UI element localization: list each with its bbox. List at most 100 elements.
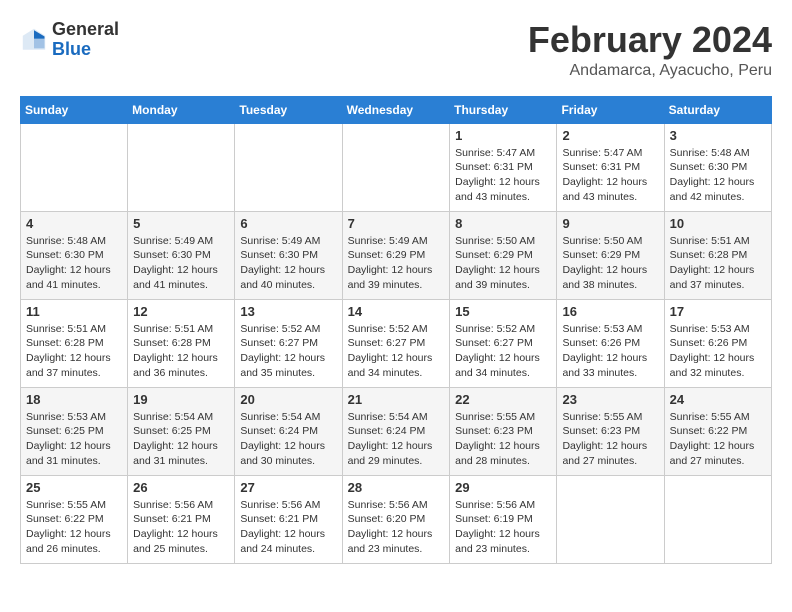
calendar-cell: 1 Sunrise: 5:47 AM Sunset: 6:31 PM Daylig… bbox=[450, 123, 557, 211]
calendar-cell: 18Sunrise: 5:53 AM Sunset: 6:25 PM Dayli… bbox=[21, 387, 128, 475]
calendar-cell bbox=[557, 475, 664, 563]
calendar-cell bbox=[664, 475, 771, 563]
day-of-week-header: Monday bbox=[128, 96, 235, 123]
day-number: 26 bbox=[133, 480, 229, 495]
calendar-cell bbox=[342, 123, 450, 211]
calendar-week-row: 1 Sunrise: 5:47 AM Sunset: 6:31 PM Daylig… bbox=[21, 123, 772, 211]
calendar-cell: 19 Sunrise: 5:54 AM Sunset: 6:25 PM Dayli… bbox=[128, 387, 235, 475]
day-of-week-header: Thursday bbox=[450, 96, 557, 123]
day-number: 5 bbox=[133, 216, 229, 231]
calendar-cell: 17Sunrise: 5:53 AM Sunset: 6:26 PM Dayli… bbox=[664, 299, 771, 387]
day-number: 16 bbox=[562, 304, 658, 319]
day-number: 8 bbox=[455, 216, 551, 231]
day-number: 12 bbox=[133, 304, 229, 319]
day-info: Sunrise: 5:54 AM Sunset: 6:24 PM Dayligh… bbox=[240, 410, 336, 469]
calendar-cell: 9 Sunrise: 5:50 AM Sunset: 6:29 PM Daylig… bbox=[557, 211, 664, 299]
calendar-cell: 3Sunrise: 5:48 AM Sunset: 6:30 PM Daylig… bbox=[664, 123, 771, 211]
logo: General Blue bbox=[20, 20, 119, 60]
day-of-week-header: Friday bbox=[557, 96, 664, 123]
calendar-cell bbox=[21, 123, 128, 211]
day-info: Sunrise: 5:51 AM Sunset: 6:28 PM Dayligh… bbox=[26, 322, 122, 381]
day-info: Sunrise: 5:49 AM Sunset: 6:30 PM Dayligh… bbox=[133, 234, 229, 293]
day-info: Sunrise: 5:55 AM Sunset: 6:22 PM Dayligh… bbox=[26, 498, 122, 557]
day-info: Sunrise: 5:49 AM Sunset: 6:30 PM Dayligh… bbox=[240, 234, 336, 293]
day-number: 23 bbox=[562, 392, 658, 407]
day-info: Sunrise: 5:55 AM Sunset: 6:22 PM Dayligh… bbox=[670, 410, 766, 469]
calendar-cell: 20 Sunrise: 5:54 AM Sunset: 6:24 PM Dayli… bbox=[235, 387, 342, 475]
calendar-cell: 5 Sunrise: 5:49 AM Sunset: 6:30 PM Daylig… bbox=[128, 211, 235, 299]
calendar-cell: 29Sunrise: 5:56 AM Sunset: 6:19 PM Dayli… bbox=[450, 475, 557, 563]
day-info: Sunrise: 5:52 AM Sunset: 6:27 PM Dayligh… bbox=[348, 322, 445, 381]
calendar-cell: 23 Sunrise: 5:55 AM Sunset: 6:23 PM Dayli… bbox=[557, 387, 664, 475]
calendar-cell: 26 Sunrise: 5:56 AM Sunset: 6:21 PM Dayli… bbox=[128, 475, 235, 563]
day-of-week-header: Sunday bbox=[21, 96, 128, 123]
calendar-cell: 21 Sunrise: 5:54 AM Sunset: 6:24 PM Dayli… bbox=[342, 387, 450, 475]
day-info: Sunrise: 5:50 AM Sunset: 6:29 PM Dayligh… bbox=[562, 234, 658, 293]
day-info: Sunrise: 5:56 AM Sunset: 6:21 PM Dayligh… bbox=[240, 498, 336, 557]
day-number: 10 bbox=[670, 216, 766, 231]
calendar-cell: 6 Sunrise: 5:49 AM Sunset: 6:30 PM Daylig… bbox=[235, 211, 342, 299]
day-info: Sunrise: 5:51 AM Sunset: 6:28 PM Dayligh… bbox=[133, 322, 229, 381]
calendar-cell: 10 Sunrise: 5:51 AM Sunset: 6:28 PM Dayli… bbox=[664, 211, 771, 299]
day-number: 22 bbox=[455, 392, 551, 407]
day-info: Sunrise: 5:56 AM Sunset: 6:20 PM Dayligh… bbox=[348, 498, 445, 557]
calendar-cell bbox=[235, 123, 342, 211]
calendar-table: SundayMondayTuesdayWednesdayThursdayFrid… bbox=[20, 96, 772, 564]
day-of-week-header: Tuesday bbox=[235, 96, 342, 123]
calendar-cell: 28Sunrise: 5:56 AM Sunset: 6:20 PM Dayli… bbox=[342, 475, 450, 563]
day-number: 4 bbox=[26, 216, 122, 231]
calendar-cell: 4Sunrise: 5:48 AM Sunset: 6:30 PM Daylig… bbox=[21, 211, 128, 299]
day-info: Sunrise: 5:47 AM Sunset: 6:31 PM Dayligh… bbox=[455, 146, 551, 205]
day-number: 6 bbox=[240, 216, 336, 231]
day-number: 19 bbox=[133, 392, 229, 407]
calendar-cell: 12 Sunrise: 5:51 AM Sunset: 6:28 PM Dayli… bbox=[128, 299, 235, 387]
calendar-cell: 14 Sunrise: 5:52 AM Sunset: 6:27 PM Dayli… bbox=[342, 299, 450, 387]
logo-icon bbox=[20, 26, 48, 54]
day-number: 27 bbox=[240, 480, 336, 495]
day-of-week-header: Saturday bbox=[664, 96, 771, 123]
day-info: Sunrise: 5:53 AM Sunset: 6:26 PM Dayligh… bbox=[562, 322, 658, 381]
day-number: 9 bbox=[562, 216, 658, 231]
day-number: 1 bbox=[455, 128, 551, 143]
calendar-cell bbox=[128, 123, 235, 211]
day-info: Sunrise: 5:53 AM Sunset: 6:25 PM Dayligh… bbox=[26, 410, 122, 469]
month-title: February 2024 bbox=[528, 20, 772, 60]
calendar-cell: 2Sunrise: 5:47 AM Sunset: 6:31 PM Daylig… bbox=[557, 123, 664, 211]
day-info: Sunrise: 5:55 AM Sunset: 6:23 PM Dayligh… bbox=[562, 410, 658, 469]
calendar-cell: 22 Sunrise: 5:55 AM Sunset: 6:23 PM Dayli… bbox=[450, 387, 557, 475]
day-number: 24 bbox=[670, 392, 766, 407]
day-number: 29 bbox=[455, 480, 551, 495]
day-number: 11 bbox=[26, 304, 122, 319]
calendar-cell: 8 Sunrise: 5:50 AM Sunset: 6:29 PM Daylig… bbox=[450, 211, 557, 299]
day-info: Sunrise: 5:50 AM Sunset: 6:29 PM Dayligh… bbox=[455, 234, 551, 293]
day-number: 21 bbox=[348, 392, 445, 407]
calendar-cell: 13 Sunrise: 5:52 AM Sunset: 6:27 PM Dayli… bbox=[235, 299, 342, 387]
day-info: Sunrise: 5:56 AM Sunset: 6:21 PM Dayligh… bbox=[133, 498, 229, 557]
day-info: Sunrise: 5:48 AM Sunset: 6:30 PM Dayligh… bbox=[670, 146, 766, 205]
calendar-cell: 15Sunrise: 5:52 AM Sunset: 6:27 PM Dayli… bbox=[450, 299, 557, 387]
calendar-cell: 11 Sunrise: 5:51 AM Sunset: 6:28 PM Dayli… bbox=[21, 299, 128, 387]
day-info: Sunrise: 5:52 AM Sunset: 6:27 PM Dayligh… bbox=[455, 322, 551, 381]
day-info: Sunrise: 5:52 AM Sunset: 6:27 PM Dayligh… bbox=[240, 322, 336, 381]
day-info: Sunrise: 5:49 AM Sunset: 6:29 PM Dayligh… bbox=[348, 234, 445, 293]
calendar-week-row: 18Sunrise: 5:53 AM Sunset: 6:25 PM Dayli… bbox=[21, 387, 772, 475]
title-block: February 2024 Andamarca, Ayacucho, Peru bbox=[528, 20, 772, 80]
day-info: Sunrise: 5:47 AM Sunset: 6:31 PM Dayligh… bbox=[562, 146, 658, 205]
day-info: Sunrise: 5:54 AM Sunset: 6:25 PM Dayligh… bbox=[133, 410, 229, 469]
calendar-cell: 7Sunrise: 5:49 AM Sunset: 6:29 PM Daylig… bbox=[342, 211, 450, 299]
day-number: 13 bbox=[240, 304, 336, 319]
day-number: 14 bbox=[348, 304, 445, 319]
day-number: 25 bbox=[26, 480, 122, 495]
day-info: Sunrise: 5:51 AM Sunset: 6:28 PM Dayligh… bbox=[670, 234, 766, 293]
day-number: 20 bbox=[240, 392, 336, 407]
calendar-header-row: SundayMondayTuesdayWednesdayThursdayFrid… bbox=[21, 96, 772, 123]
logo-blue-text: Blue bbox=[52, 39, 91, 59]
day-info: Sunrise: 5:54 AM Sunset: 6:24 PM Dayligh… bbox=[348, 410, 445, 469]
calendar-cell: 27 Sunrise: 5:56 AM Sunset: 6:21 PM Dayli… bbox=[235, 475, 342, 563]
calendar-week-row: 4Sunrise: 5:48 AM Sunset: 6:30 PM Daylig… bbox=[21, 211, 772, 299]
page-header: General Blue February 2024 Andamarca, Ay… bbox=[20, 20, 772, 80]
day-info: Sunrise: 5:53 AM Sunset: 6:26 PM Dayligh… bbox=[670, 322, 766, 381]
calendar-cell: 25 Sunrise: 5:55 AM Sunset: 6:22 PM Dayli… bbox=[21, 475, 128, 563]
day-info: Sunrise: 5:55 AM Sunset: 6:23 PM Dayligh… bbox=[455, 410, 551, 469]
calendar-week-row: 11 Sunrise: 5:51 AM Sunset: 6:28 PM Dayli… bbox=[21, 299, 772, 387]
